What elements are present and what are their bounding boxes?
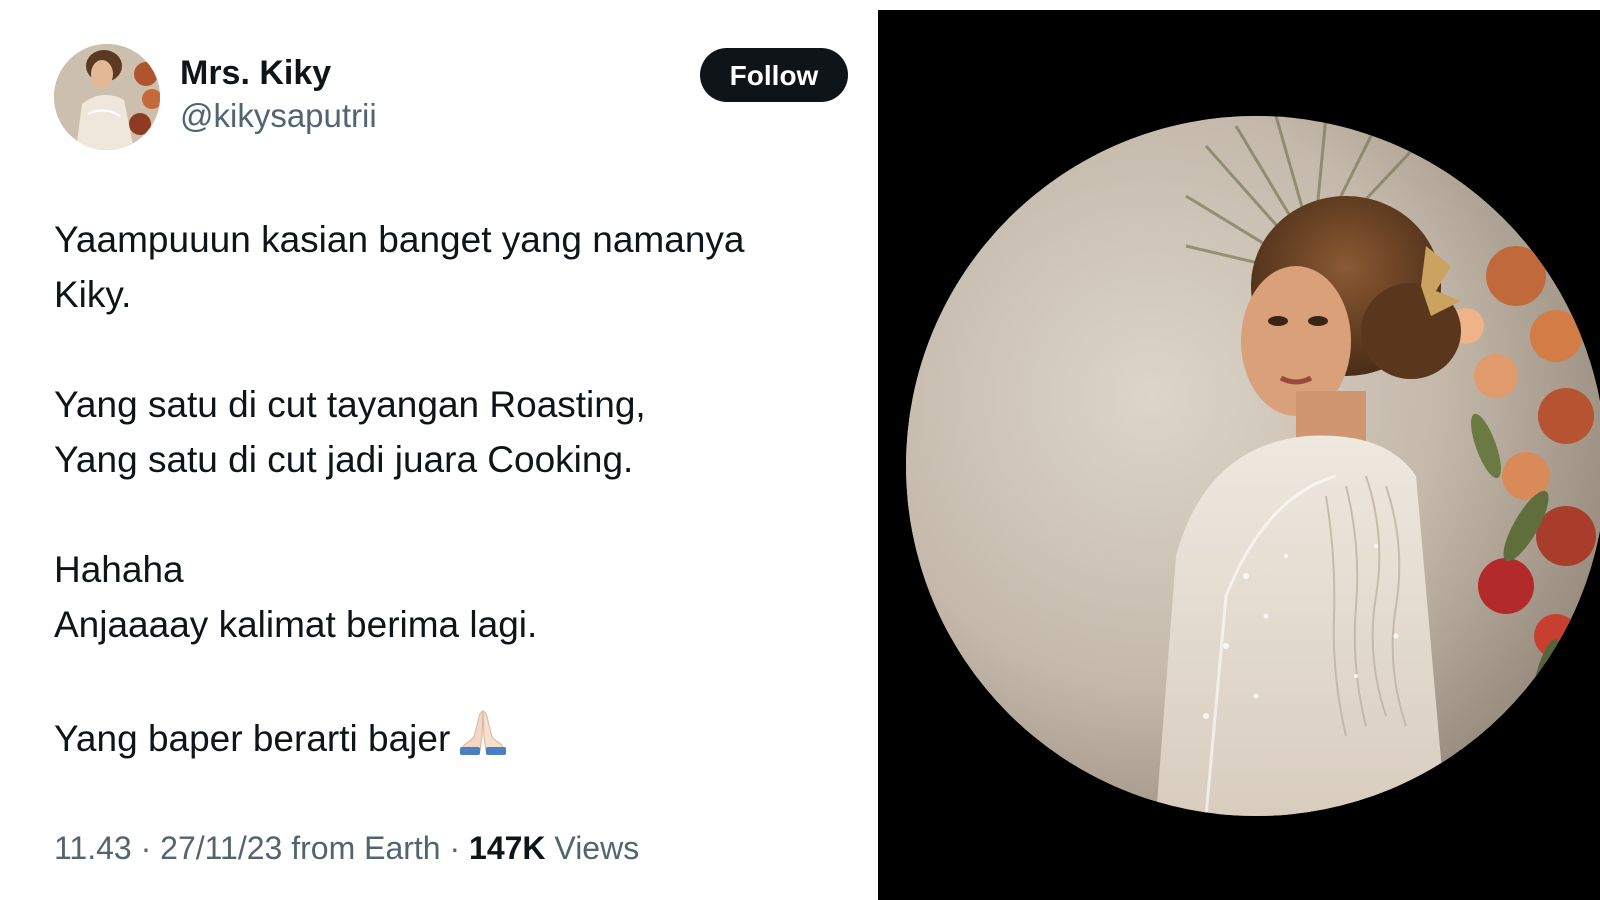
tweet-meta: 11.43 · 27/11/23 from Earth · 147K Views xyxy=(54,826,639,870)
tweet-location: from Earth xyxy=(282,830,441,866)
tweet-date[interactable]: 27/11/23 xyxy=(160,830,282,866)
meta-separator: · xyxy=(440,830,470,866)
author-handle[interactable]: @kikysaputrii xyxy=(180,94,377,138)
tweet-text-line: Yaampuuun kasian banget yang namanya xyxy=(54,219,745,260)
tweet-text-line: Yang baper berarti bajer xyxy=(54,718,451,759)
views-label: Views xyxy=(545,830,640,866)
tweet-text: Yaampuuun kasian banget yang namanya Kik… xyxy=(54,212,844,766)
author-display-name[interactable]: Mrs. Kiky xyxy=(180,52,377,94)
author-avatar[interactable] xyxy=(54,44,160,150)
author-names: Mrs. Kiky @kikysaputrii xyxy=(180,52,377,138)
avatar-image xyxy=(54,44,160,150)
tweet-text-line: Anjaaaay kalimat berima lagi. xyxy=(54,604,538,645)
photo-panel xyxy=(878,10,1600,900)
meta-separator: · xyxy=(131,830,161,866)
tweet-text-line: Kiky. xyxy=(54,274,132,315)
follow-button[interactable]: Follow xyxy=(700,48,848,102)
tweet-text-line: Yang satu di cut tayangan Roasting, xyxy=(54,384,646,425)
folded-hands-icon xyxy=(458,707,508,755)
page: Mrs. Kiky @kikysaputrii Follow Yaampuuun… xyxy=(0,0,1600,900)
tweet-time[interactable]: 11.43 xyxy=(54,830,132,866)
tweet-text-line: Hahaha xyxy=(54,549,184,590)
profile-photo-image xyxy=(906,116,1600,816)
tweet-text-line: Yang satu di cut jadi juara Cooking. xyxy=(54,439,634,480)
tweet-card: Mrs. Kiky @kikysaputrii Follow Yaampuuun… xyxy=(0,0,870,900)
tweet-text-last-line: Yang baper berarti bajer xyxy=(54,707,844,766)
profile-photo-enlarged xyxy=(906,116,1600,816)
views-count[interactable]: 147K xyxy=(469,830,546,866)
